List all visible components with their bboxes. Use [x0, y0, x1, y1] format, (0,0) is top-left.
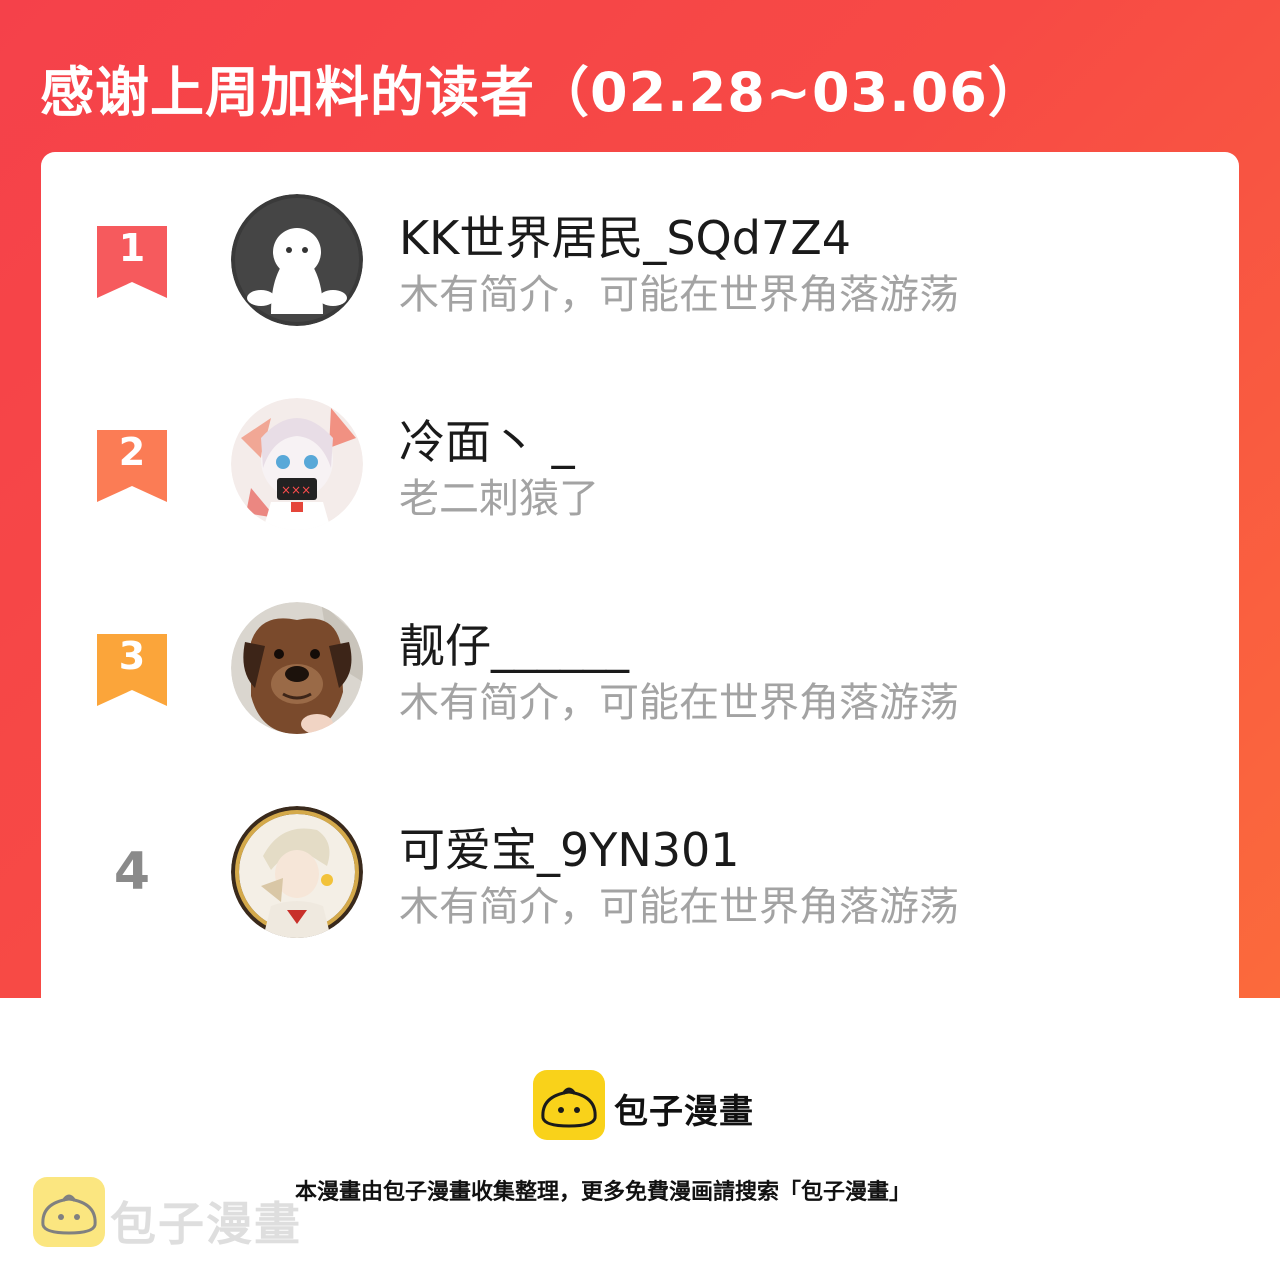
- dog-photo-avatar[interactable]: [231, 602, 363, 734]
- reader-bio: 老二刺猿了: [399, 476, 599, 522]
- reader-name[interactable]: 可爱宝_9YN301: [399, 814, 740, 880]
- rank-badge-2: 2: [97, 430, 167, 502]
- rank-number: 3: [118, 634, 146, 678]
- watermark-text: 包子漫畫: [110, 1197, 302, 1251]
- rank-number: 1: [118, 226, 146, 270]
- svg-text:×××: ×××: [281, 483, 311, 497]
- rank-badge-1: 1: [97, 226, 167, 298]
- rank-number: 4: [113, 842, 151, 902]
- anime-character-avatar[interactable]: [231, 806, 363, 938]
- reader-name[interactable]: 冷面丶 _: [399, 406, 575, 472]
- reader-row[interactable]: 4 可爱宝_9YN301 木有简介，可能在世界角落游荡: [41, 804, 1239, 954]
- bun-logo-icon: [533, 1070, 605, 1140]
- rank-number: 2: [118, 430, 146, 474]
- reader-name[interactable]: KK世界居民_SQd7Z4: [399, 202, 851, 268]
- reader-bio: 木有简介，可能在世界角落游荡: [399, 680, 959, 726]
- default-ghost-avatar[interactable]: [231, 194, 363, 326]
- page-title: 感谢上周加料的读者（02.28~03.06）: [40, 61, 1043, 124]
- reader-row[interactable]: 1 KK世界居民_SQd7Z4 木有简介，可能在世界角落游荡: [41, 192, 1239, 342]
- reader-bio: 木有简介，可能在世界角落游荡: [399, 272, 959, 318]
- reader-list-card: 1 KK世界居民_SQd7Z4 木有简介，可能在世界角落游荡 2 ××× 冷面丶…: [41, 152, 1239, 1012]
- rank-badge-3: 3: [97, 634, 167, 706]
- anime-girl-avatar[interactable]: ×××: [231, 398, 363, 530]
- reader-bio: 木有简介，可能在世界角落游荡: [399, 884, 959, 930]
- watermark-bun-icon: [33, 1177, 105, 1247]
- footer-brand-name: 包子漫畫: [614, 1092, 754, 1132]
- reader-row[interactable]: 2 ××× 冷面丶 _ 老二刺猿了: [41, 396, 1239, 546]
- reader-row[interactable]: 3 靓仔______ 木有简介，可能在世界角落游荡: [41, 600, 1239, 750]
- reader-name[interactable]: 靓仔______: [399, 610, 629, 676]
